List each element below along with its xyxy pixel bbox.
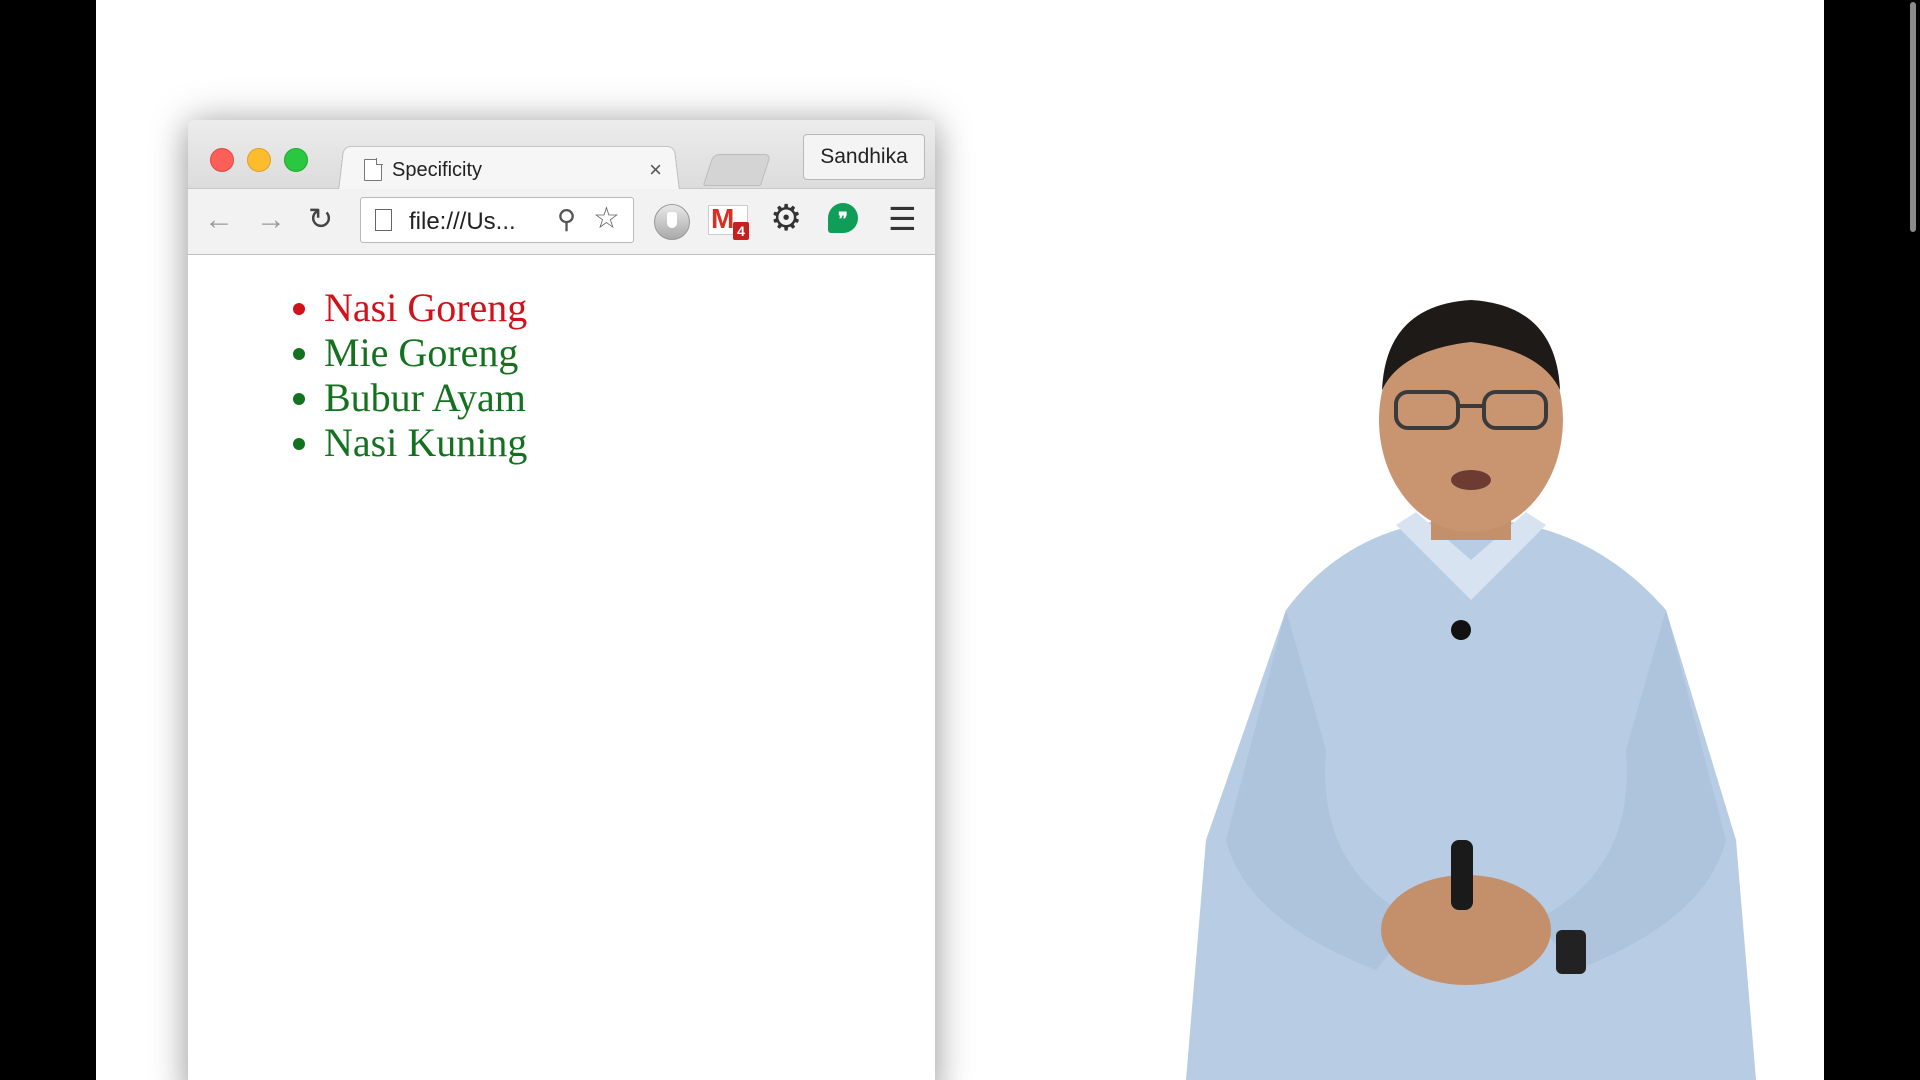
gear-icon[interactable]: ⚙ xyxy=(770,198,802,238)
browser-titlebar: Specificity × Sandhika xyxy=(188,120,935,191)
list-item-text: Bubur Ayam xyxy=(324,375,526,420)
list-item-text: Mie Goreng xyxy=(324,330,519,375)
reload-icon[interactable]: ↻ xyxy=(308,203,333,237)
profile-button[interactable]: Sandhika xyxy=(803,134,925,180)
food-list: Nasi Goreng Mie Goreng Bubur Ayam Nasi K… xyxy=(188,285,935,465)
presenter-figure xyxy=(1186,300,1756,1080)
browser-window: Specificity × Sandhika ← → ↻ file:///Us.… xyxy=(188,120,935,1080)
bookmark-star-icon[interactable]: ☆ xyxy=(593,201,620,236)
list-item: Mie Goreng xyxy=(324,330,935,375)
presenter-clicker xyxy=(1451,840,1473,910)
browser-toolbar: ← → ↻ file:///Us... ⚲ ☆ M 4 ⚙ ❞ ☰ xyxy=(188,189,935,255)
list-item: Nasi Kuning xyxy=(324,420,935,465)
hangouts-icon[interactable]: ❞ xyxy=(828,203,858,233)
document-icon xyxy=(364,158,383,181)
close-window-button[interactable] xyxy=(210,148,234,172)
minimize-window-button[interactable] xyxy=(247,148,271,172)
zoom-icon[interactable]: ⚲ xyxy=(557,204,576,235)
video-frame: Specificity × Sandhika ← → ↻ file:///Us.… xyxy=(96,0,1824,1080)
tab-specificity-content[interactable]: Specificity × xyxy=(356,150,676,190)
address-bar[interactable]: file:///Us... ⚲ ☆ xyxy=(360,197,634,243)
forward-arrow-icon[interactable]: → xyxy=(256,203,286,237)
presenter-mouth xyxy=(1451,470,1491,490)
hamburger-menu-icon[interactable]: ☰ xyxy=(888,201,917,237)
zoom-window-button[interactable] xyxy=(284,148,308,172)
gmail-unread-badge: 4 xyxy=(733,222,749,240)
scrollbar-thumb[interactable] xyxy=(1910,2,1916,232)
list-item: Bubur Ayam xyxy=(324,375,935,420)
page-info-icon[interactable] xyxy=(375,209,392,231)
power-extension-icon[interactable] xyxy=(654,204,690,240)
page-content: Nasi Goreng Mie Goreng Bubur Ayam Nasi K… xyxy=(188,255,935,465)
list-item: Nasi Goreng xyxy=(324,285,935,330)
tab-close-icon[interactable]: × xyxy=(649,157,662,183)
list-item-text: Nasi Kuning xyxy=(324,420,528,465)
list-item-text: Nasi Goreng xyxy=(324,285,528,330)
presenter-watch xyxy=(1556,930,1586,974)
new-tab-button[interactable] xyxy=(702,154,772,186)
scrollbar[interactable] xyxy=(1906,0,1920,1080)
url-text[interactable]: file:///Us... xyxy=(409,208,516,236)
gmail-extension-icon[interactable]: M 4 xyxy=(708,203,749,240)
tab-title: Specificity xyxy=(392,158,483,181)
back-arrow-icon[interactable]: ← xyxy=(204,203,234,237)
lapel-mic-icon xyxy=(1451,620,1471,640)
gmail-m-icon: M xyxy=(711,203,735,234)
